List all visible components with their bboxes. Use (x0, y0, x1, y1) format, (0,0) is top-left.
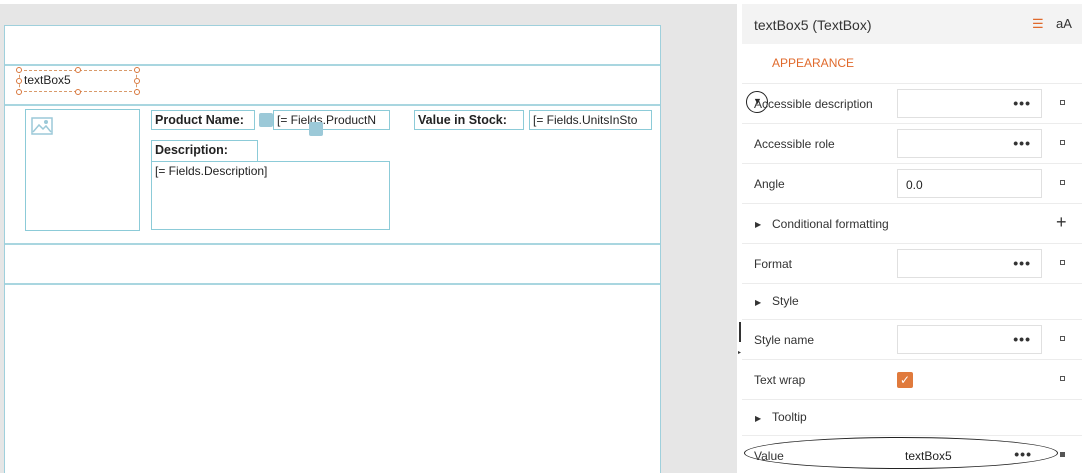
resize-handle[interactable] (16, 67, 22, 73)
expand-icon[interactable]: ▶ (755, 298, 761, 307)
property-input[interactable]: ••• (897, 325, 1042, 354)
property-row-conditional-formatting[interactable]: ▶ Conditional formatting + (742, 204, 1082, 244)
properties-panel: textBox5 (TextBox) ☰ aA ▼ APPEARANCE Acc… (742, 4, 1082, 473)
property-row-text-wrap: Text wrap ✓ (742, 360, 1082, 400)
band-separator[interactable] (5, 64, 660, 66)
property-row-accessible-description: Accessible description ••• (742, 84, 1082, 124)
reset-icon[interactable] (1060, 100, 1065, 105)
units-in-stock-field[interactable]: [= Fields.UnitsInSto (529, 110, 652, 130)
resize-handle[interactable] (134, 67, 140, 73)
font-icon[interactable]: aA (1056, 16, 1072, 31)
property-row-format: Format ••• (742, 244, 1082, 284)
property-row-angle: Angle 0.0 (742, 164, 1082, 204)
property-row-style[interactable]: ▶ Style (742, 284, 1082, 320)
datasource-icon (259, 113, 273, 127)
reset-icon[interactable] (1060, 376, 1065, 381)
band-separator[interactable] (5, 104, 660, 106)
band-separator[interactable] (5, 283, 660, 285)
splitter-handle[interactable] (739, 322, 741, 342)
property-label: Format (754, 257, 793, 271)
ellipsis-button[interactable]: ••• (1013, 95, 1031, 111)
panel-title: textBox5 (TextBox) (754, 17, 872, 33)
property-input[interactable]: ••• (897, 249, 1042, 278)
reset-icon[interactable] (1060, 180, 1065, 185)
description-field[interactable]: [= Fields.Description] (151, 161, 390, 230)
section-appearance[interactable]: ▼ APPEARANCE (742, 44, 1082, 113)
picture-box[interactable] (25, 109, 140, 231)
panel-header: textBox5 (TextBox) ☰ aA (742, 4, 1082, 44)
property-label: Accessible description (754, 97, 873, 111)
resize-handle[interactable] (134, 78, 140, 84)
reset-icon[interactable] (1060, 260, 1065, 265)
ellipsis-button[interactable]: ••• (1013, 135, 1031, 151)
image-icon (31, 117, 53, 135)
property-input[interactable]: ••• (897, 89, 1042, 118)
product-name-field[interactable]: [= Fields.ProductN (273, 110, 390, 130)
sort-categories-icon[interactable]: ☰ (1032, 16, 1044, 32)
property-label: Style (772, 294, 799, 308)
property-row-tooltip[interactable]: ▶ Tooltip (742, 400, 1082, 436)
product-name-label[interactable]: Product Name: (151, 110, 255, 130)
property-row-accessible-role: Accessible role ••• (742, 124, 1082, 164)
value-in-stock-label[interactable]: Value in Stock: (414, 110, 524, 130)
property-label: Text wrap (754, 373, 806, 387)
property-label: Angle (754, 177, 785, 191)
resize-handle[interactable] (16, 89, 22, 95)
reset-icon[interactable] (1060, 140, 1065, 145)
ellipsis-button[interactable]: ••• (1013, 255, 1031, 271)
report-page[interactable]: textBox5 Product Name: [= Fields.Product… (4, 25, 661, 473)
section-title: APPEARANCE (772, 56, 855, 70)
band-separator[interactable] (5, 243, 660, 245)
add-icon[interactable]: + (1056, 212, 1067, 233)
textbox5-text[interactable]: textBox5 (24, 73, 71, 87)
design-surface[interactable]: textBox5 Product Name: [= Fields.Product… (0, 0, 737, 473)
highlight-ellipse (744, 437, 1058, 469)
splitter-arrow-icon[interactable]: ▸ (738, 349, 741, 356)
reset-icon[interactable] (1060, 336, 1065, 341)
angle-input[interactable]: 0.0 (897, 169, 1042, 198)
surface-top-edge (0, 0, 737, 4)
resize-handle[interactable] (134, 89, 140, 95)
reset-icon[interactable] (1060, 452, 1065, 457)
description-label[interactable]: Description: (151, 140, 258, 162)
datasource-icon (309, 122, 323, 136)
expand-icon[interactable]: ▶ (755, 220, 761, 229)
resize-handle[interactable] (75, 89, 81, 95)
property-label: Accessible role (754, 137, 835, 151)
ellipsis-button[interactable]: ••• (1013, 331, 1031, 347)
property-label: Conditional formatting (772, 217, 889, 231)
property-label: Style name (754, 333, 815, 347)
text-wrap-checkbox[interactable]: ✓ (897, 372, 913, 388)
property-row-style-name: Style name ••• (742, 320, 1082, 360)
expand-icon[interactable]: ▶ (755, 414, 761, 423)
property-label: Tooltip (772, 410, 807, 424)
property-input[interactable]: ••• (897, 129, 1042, 158)
resize-handle[interactable] (75, 67, 81, 73)
resize-handle[interactable] (16, 78, 22, 84)
